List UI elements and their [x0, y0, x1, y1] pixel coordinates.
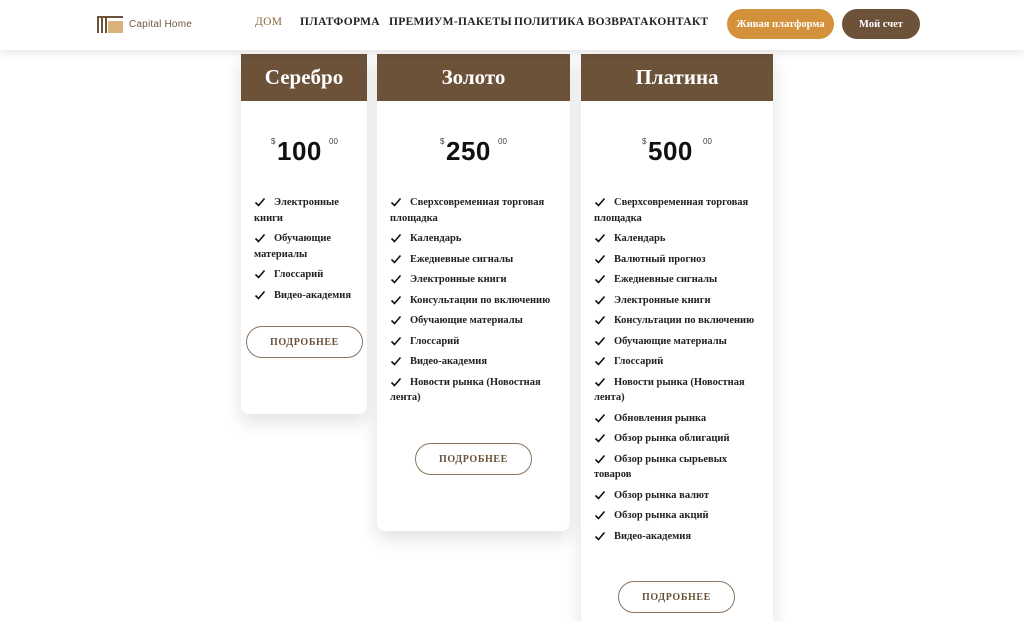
price-currency: $	[440, 137, 445, 146]
price-cents: 00	[329, 137, 338, 146]
list-item: Видео-академия	[390, 354, 555, 370]
list-item: Обучающие материалы	[390, 313, 555, 329]
nav-item-refund-policy[interactable]: ПОЛИТИКА ВОЗВРАТА	[514, 16, 649, 28]
price-cents: 00	[498, 137, 507, 146]
check-icon	[594, 295, 606, 305]
my-account-button[interactable]: Мой счет	[842, 9, 920, 39]
list-item: Консультации по включению	[594, 313, 759, 329]
nav-item-contact[interactable]: КОНТАКТ	[649, 16, 708, 28]
list-item: Обзор рынка акций	[594, 508, 759, 524]
check-icon	[390, 254, 402, 264]
plan-title: Золото	[377, 54, 570, 101]
list-item: Календарь	[390, 231, 555, 247]
list-item: Глоссарий	[254, 267, 354, 283]
logo-text: Capital Home	[129, 18, 192, 30]
check-icon	[390, 197, 402, 207]
list-item: Видео-академия	[254, 288, 354, 304]
list-item: Обзор рынка сырьевых товаров	[594, 453, 728, 481]
check-icon	[594, 433, 606, 443]
price-amount: 250	[446, 136, 491, 166]
price-amount: 500	[648, 136, 693, 166]
check-icon	[254, 290, 266, 300]
list-item: Обучающие материалы	[594, 334, 759, 350]
check-icon	[594, 490, 606, 500]
plan-title: Серебро	[241, 54, 367, 101]
check-icon	[594, 413, 606, 423]
logo-icon	[97, 15, 125, 33]
check-icon	[594, 336, 606, 346]
check-icon	[594, 356, 606, 366]
nav-item-home[interactable]: ДОМ	[255, 16, 282, 28]
list-item: Глоссарий	[594, 354, 759, 370]
list-item: Консультации по включению	[390, 293, 555, 309]
price-cents: 00	[703, 137, 712, 146]
plan-price: $ 500 00	[581, 136, 773, 166]
list-item: Глоссарий	[390, 334, 555, 350]
details-button[interactable]: ПОДРОБНЕЕ	[246, 326, 363, 358]
nav-item-premium-packages[interactable]: ПРЕМИУМ-ПАКЕТЫ	[389, 16, 512, 28]
feature-list: Сверхсовременная торговая площадка Кален…	[594, 195, 759, 549]
logo[interactable]: Capital Home	[97, 14, 192, 34]
check-icon	[390, 356, 402, 366]
live-platform-button[interactable]: Живая платформа	[727, 9, 834, 39]
list-item: Обзор рынка валют	[594, 488, 759, 504]
list-item: Календарь	[594, 231, 759, 247]
list-item: Ежедневные сигналы	[390, 252, 555, 268]
check-icon	[594, 454, 606, 464]
list-item: Ежедневные сигналы	[594, 272, 759, 288]
check-icon	[390, 274, 402, 284]
list-item: Валютный прогноз	[594, 252, 759, 268]
check-icon	[594, 197, 606, 207]
plan-card-platinum: Платина $ 500 00 Сверхсовременная торгов…	[581, 54, 773, 621]
check-icon	[390, 377, 402, 387]
list-item: Обзор рынка облигаций	[594, 431, 759, 447]
list-item: Видео-академия	[594, 529, 759, 545]
plan-price: $ 100 00	[241, 136, 367, 166]
price-currency: $	[271, 137, 276, 146]
check-icon	[594, 510, 606, 520]
check-icon	[254, 269, 266, 279]
list-item: Сверхсовременная торговая площадка	[594, 197, 749, 224]
check-icon	[254, 197, 266, 207]
check-icon	[390, 233, 402, 243]
list-item: Новости рынка (Новостная лента)	[390, 376, 541, 404]
list-item: Обучающие материалы	[254, 233, 332, 260]
check-icon	[390, 336, 402, 346]
check-icon	[594, 274, 606, 284]
site-header: Capital Home ДОМ ПЛАТФОРМА ПРЕМИУМ-ПАКЕТ…	[0, 0, 1024, 50]
feature-list: Сверхсовременная торговая площадка Кален…	[390, 195, 555, 411]
check-icon	[390, 295, 402, 305]
check-icon	[254, 233, 266, 243]
check-icon	[594, 531, 606, 541]
list-item: Новости рынка (Новостная лента)	[594, 376, 745, 404]
check-icon	[594, 315, 606, 325]
feature-list: Электронные книги Обучающие материалы Гл…	[254, 195, 354, 308]
details-button[interactable]: ПОДРОБНЕЕ	[415, 443, 532, 475]
price-amount: 100	[277, 136, 322, 166]
plan-price: $ 250 00	[377, 136, 570, 166]
list-item: Электронные книги	[594, 293, 759, 309]
plan-title: Платина	[581, 54, 773, 101]
list-item: Электронные книги	[254, 197, 339, 224]
price-currency: $	[642, 137, 647, 146]
details-button[interactable]: ПОДРОБНЕЕ	[618, 581, 735, 613]
plan-card-silver: Серебро $ 100 00 Электронные книги Обуча…	[241, 54, 367, 414]
list-item: Сверхсовременная торговая площадка	[390, 197, 545, 224]
check-icon	[594, 254, 606, 264]
check-icon	[594, 377, 606, 387]
check-icon	[594, 233, 606, 243]
list-item: Обновления рынка	[594, 411, 759, 427]
list-item: Электронные книги	[390, 272, 555, 288]
check-icon	[390, 315, 402, 325]
nav-item-platform[interactable]: ПЛАТФОРМА	[300, 16, 380, 28]
plan-card-gold: Золото $ 250 00 Сверхсовременная торгова…	[377, 54, 570, 531]
